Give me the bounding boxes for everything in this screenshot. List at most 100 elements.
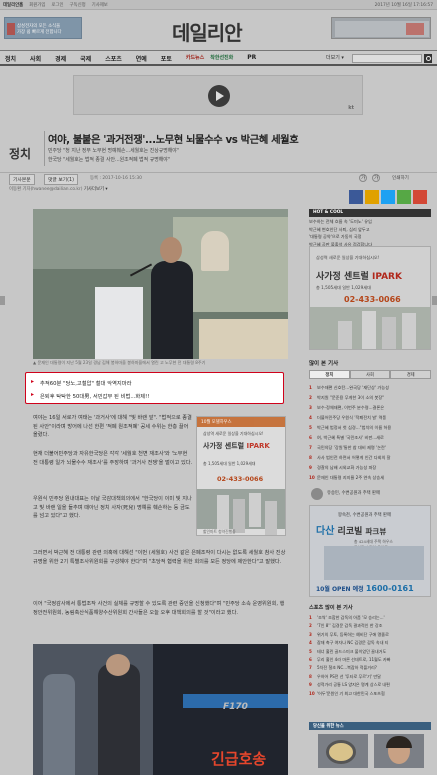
video-ad-banner[interactable]: kt — [73, 75, 363, 115]
list-item[interactable]: 1 '조싹' 조합한 감독의 아픔 '모 승리는...' — [309, 614, 431, 622]
ad-brand: 다산 리코빌 파크뷰 — [316, 522, 386, 537]
list-item[interactable]: 8 우하어 PS전 선 '투타로 무르'기' 만달 — [309, 673, 431, 681]
googleplus-share-icon[interactable] — [413, 190, 427, 204]
scroll-left-arrow[interactable] — [0, 296, 5, 305]
list-item[interactable]: 3 보수·정체재편, 이번주 분수령...결론은 — [309, 403, 431, 413]
nav-more-button[interactable]: 더보기 ▾ — [326, 54, 344, 61]
ad-title-a: 사가정 센트럴 — [316, 272, 369, 282]
article-paragraph: 여야는 16일 서로가 여태는 '과거사'에 대해 "빛 바랜 앞". "법적으… — [33, 415, 192, 439]
nav-item-pr[interactable]: PR — [247, 54, 256, 63]
rank-number: 2 — [309, 623, 312, 629]
article-paragraph: 이어 "국정감사에서 통법조작 사건의 실체를 규명할 수 있도록 관련 증인을… — [33, 601, 285, 616]
sponsor-icon — [311, 488, 323, 500]
report-link[interactable]: 기사제보 — [92, 2, 108, 8]
sponsor-banner[interactable]: 유승민, 수변공원과 주택 판매 — [309, 487, 431, 501]
rank-number: 5 — [309, 648, 312, 654]
list-item[interactable]: 3 위기의 무토, 등록하는 예비단 구애 명졸로 — [309, 631, 431, 639]
font-increase-label: 가 — [374, 176, 379, 181]
list-item[interactable]: 9 성적가리 공통 LS 양지은 명계 상스로 내편 — [309, 681, 431, 689]
nav-item-politics[interactable]: 정치 — [5, 54, 16, 63]
login-link[interactable]: 로그인 — [51, 2, 63, 8]
ad-footnote: 할인마트 청약진행중 — [203, 529, 236, 534]
hot-cool-header: HOT & COOL — [309, 209, 431, 217]
ad-title-a: 사가정 센트럴 — [203, 442, 245, 450]
list-item[interactable]: 보수하는 전체 흐름 속 '도미노' 유입 — [309, 218, 431, 226]
related-link[interactable]: 추적60분 "당노,고철압" 철대 악역지마라 — [40, 379, 131, 387]
nav-item-society[interactable]: 사회 — [30, 54, 41, 63]
twitter-share-icon[interactable] — [381, 190, 395, 204]
list-item[interactable]: 7 5차전 철초 NC...복잡하 적플거리? — [309, 664, 431, 672]
nav-item-photo[interactable]: 포토 — [161, 54, 172, 63]
reporter-more-link[interactable]: 기사더보기 ▾ — [84, 187, 108, 192]
inline-apartment-ad[interactable]: 10월 모델하우스 삼성역 새로운 일상을 기대하십시오! 사가정 센트럴 IP… — [196, 416, 286, 536]
rank-number: 6 — [309, 435, 312, 440]
tab-economy[interactable]: 경제 — [390, 370, 432, 379]
ad-title: 사가정 센트럴 IPARK — [316, 269, 402, 282]
list-item[interactable]: 6 여, 박근혜 특별 '국민조사' 비판...새로 — [309, 433, 431, 443]
nav-item-cardnews[interactable]: 카드뉴스 — [186, 54, 204, 63]
recommended-thumbnail[interactable] — [318, 734, 368, 768]
list-item[interactable]: 5 박근혜 법정서 첫 심경..."법치의 이름 허용 — [309, 423, 431, 433]
photo-portrait — [201, 231, 229, 271]
photo-bus-number: F170 — [223, 702, 248, 712]
recommended-thumbnail[interactable] — [374, 734, 424, 768]
article-headline: 여야, 불붙은 '과거전쟁'...노무현 뇌물수수 vs 박근혜 세월호 — [48, 134, 299, 146]
subscribe-link[interactable]: 구독신청 — [70, 2, 86, 8]
tab-comments[interactable]: 댓글 보기(1) — [44, 174, 78, 185]
bullet-icon — [31, 391, 36, 398]
nav-item-advancement[interactable]: 착한선진화 — [210, 54, 233, 63]
tab-politics[interactable]: 정치 — [309, 370, 350, 379]
nav-item-world[interactable]: 국제 — [80, 54, 91, 63]
list-item[interactable]: 10 문재인 대통령 지지율 2주 연속 상승세 — [309, 473, 431, 483]
sidebar-apartment-ad[interactable]: 삼성역 새로운 일상을 기대하십시오! 사가정 센트럴 IPARK 총 1,50… — [309, 246, 431, 350]
rank-number: 3 — [309, 405, 312, 410]
list-item[interactable]: 6 무리 홀인 4라 마른 선데트로, 11월도 카빠 — [309, 656, 431, 664]
scroll-right-arrow[interactable] — [432, 296, 437, 305]
photo-speaker-head — [160, 237, 182, 263]
play-icon[interactable] — [208, 85, 230, 107]
nav-item-sports[interactable]: 스포츠 — [105, 54, 122, 63]
nav-item-economy[interactable]: 경제 — [55, 54, 66, 63]
list-item[interactable]: 1 보수재편 신호탄...완국당 '재단상' 가능성 — [309, 383, 431, 393]
promo-banner-left[interactable]: 삼성전자의 모든 소식을 가장 쉽 빠르게 전합니다 — [4, 17, 82, 39]
tab-society[interactable]: 사회 — [349, 370, 391, 379]
list-item[interactable]: 7 국민의당 '강원'통한 참 대비 제명 '논란' — [309, 443, 431, 453]
hot-cool-title: HOT & COOL — [313, 210, 344, 215]
top-utility-bar: 데일리안홈 회원가입 로그인 구독신청 기사제보 2017년 10월 16일 1… — [0, 0, 437, 10]
rank-number: 4 — [309, 415, 312, 420]
site-header: 삼성전자의 모든 소식을 가장 쉽 빠르게 전합니다 데일리안 — [0, 11, 437, 47]
home-link[interactable]: 데일리안홈 — [3, 2, 23, 8]
list-item[interactable]: '대통령 공약'으로 가동이 국정 — [309, 233, 431, 241]
photo-bus-sign: 긴급호송 — [211, 750, 267, 768]
list-item[interactable]: 박근혜 변호인단 사퇴, 심리 앞두고 — [309, 226, 431, 234]
facebook-share-icon[interactable] — [349, 190, 363, 204]
list-item-label: 국민의당 '강원'통한 참 대비 제명 '논란' — [317, 445, 387, 450]
related-link[interactable]: 은퇴후 탁탁한 50대男, 서민갑부 된 비법...화제!! — [40, 392, 149, 400]
signup-link[interactable]: 회원가입 — [29, 2, 45, 8]
search-icon[interactable] — [424, 54, 432, 63]
list-item-label: 잠재 축구 여자나 NC 김경문 감독 속내 티 — [317, 640, 389, 646]
list-item[interactable]: 9 경찰의 남배 시외교화 가능성 파장 — [309, 463, 431, 473]
article-subhead: 한국당 "세월호는 법적 종결 사안...원조적폐 법적 규명해야" — [48, 157, 170, 163]
site-logo[interactable]: 데일리안 — [172, 17, 243, 46]
nav-item-entertainment[interactable]: 연예 — [136, 54, 147, 63]
article-subhead: 민주당 "청 지난 정부 노무현 명예훼손...세월호는 진상규명해야" — [48, 148, 179, 154]
tab-article-body[interactable]: 기사본문 — [9, 174, 35, 185]
list-item[interactable]: 2 '7인 8'' 김경문 감독 결과적인 한 강조 — [309, 622, 431, 630]
list-item[interactable]: 5 테너 홀린 골드스미크 불이었던 꼴내거도 — [309, 648, 431, 656]
print-button[interactable]: 인쇄하기 — [392, 175, 409, 181]
band-share-icon[interactable] — [397, 190, 411, 204]
list-item[interactable]: 8 사사 범인전 하면서 어떻게 인간 다회의 잘 — [309, 453, 431, 463]
list-item[interactable]: 2 박지원 "문준용 무게한 3이 소의 봇장" — [309, 393, 431, 403]
photo-person-head — [106, 654, 130, 676]
sidebar-dasan-ad[interactable]: 왕숙천, 수변공원과 주택 판매 다산 리코빌 파크뷰 총 424세대 주택 하… — [309, 505, 431, 597]
ad-image — [324, 546, 424, 580]
search-input[interactable] — [352, 54, 422, 63]
current-date: 2017년 10월 16일 17:16:57 — [374, 3, 433, 8]
kakaostory-share-icon[interactable] — [365, 190, 379, 204]
list-item[interactable]: 10 '어두'문원인 기 최고 대한민국 스포츠협 — [309, 690, 431, 698]
list-item[interactable]: 4 더블어민주당 우원식 '적폐전치 발' 역풍 — [309, 413, 431, 423]
list-item[interactable]: 4 잠재 축구 여자나 NC 김경문 감독 속내 티 — [309, 639, 431, 647]
promo-banner-right[interactable] — [331, 17, 431, 39]
ad-footer-b: 1600-0161 — [365, 584, 414, 593]
